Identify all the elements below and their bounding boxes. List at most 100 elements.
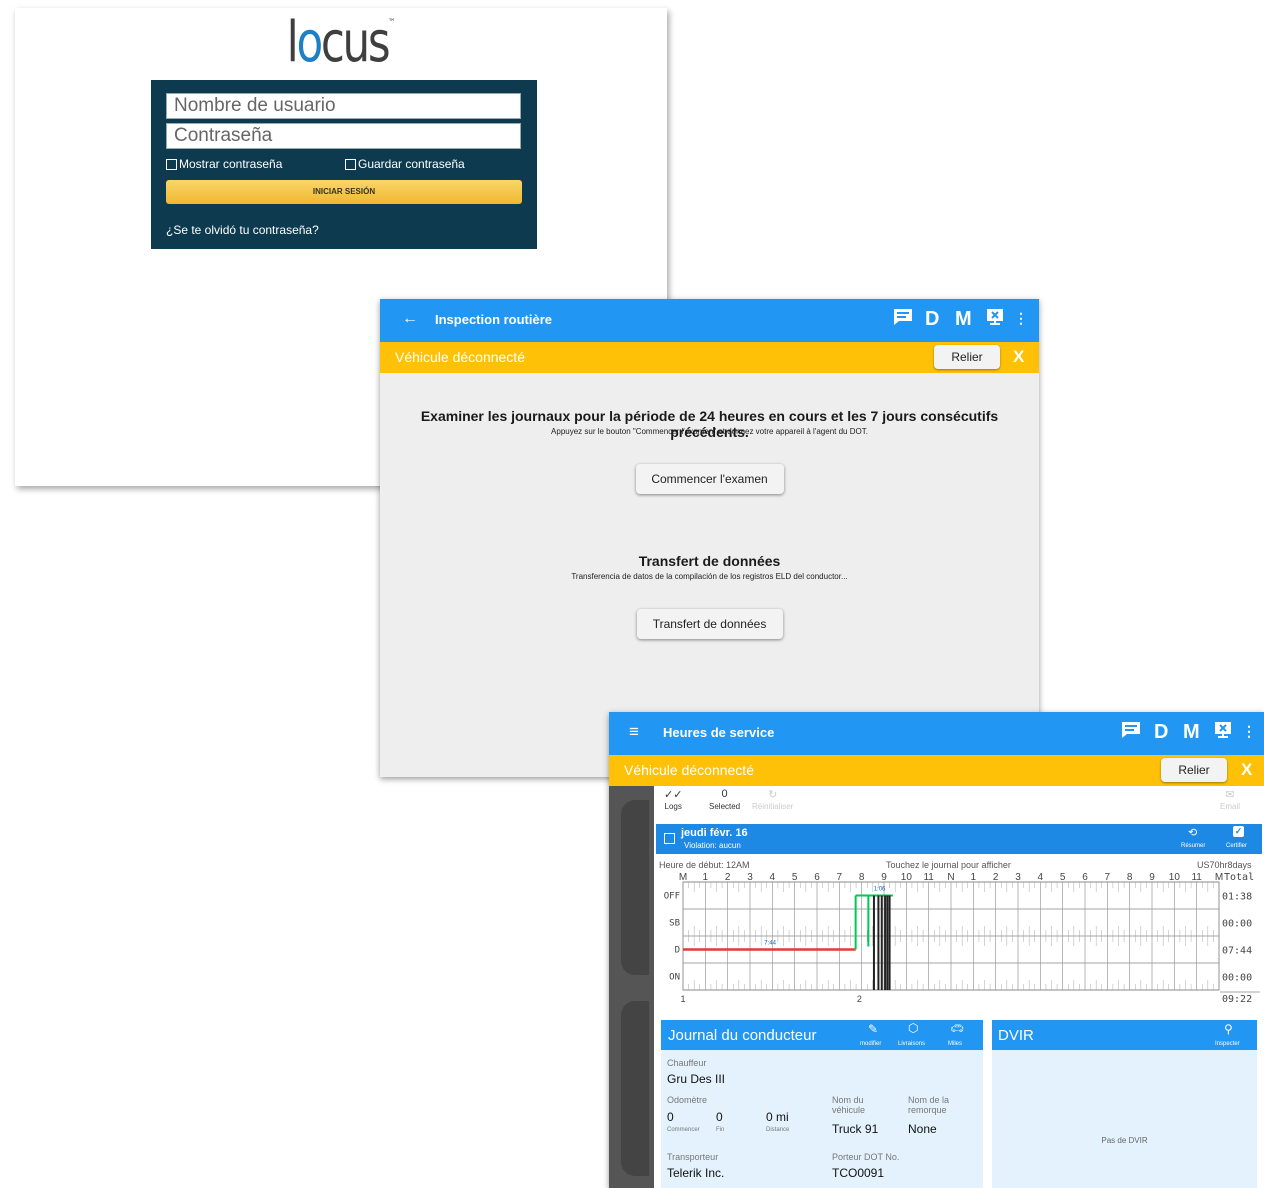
certify-icon: ✓	[1233, 826, 1244, 837]
app-bar: ← Inspection routière D M ⋮	[380, 299, 1039, 342]
odometer-start: 0	[667, 1110, 674, 1124]
dvir-card-header: DVIR ⚲ Inspecter	[992, 1020, 1257, 1050]
no-dvir-text: Pas de DVIR	[1101, 1136, 1148, 1145]
deliveries-button[interactable]: Livraisons	[898, 1041, 925, 1047]
driver-label: Chauffeur	[667, 1058, 707, 1068]
app-bar: ≡ Heures de service D M ⋮	[609, 712, 1264, 755]
hour-tick-label: 5	[792, 872, 798, 883]
transfer-heading: Transfert de données	[638, 553, 781, 569]
hour-tick-label: 7	[1105, 872, 1111, 883]
hour-tick-label: 3	[747, 872, 753, 883]
review-subtitle: Appuyez sur le bouton "Commencer l'exame…	[551, 427, 868, 436]
hours-of-service-screen: ≡ Heures de service D M ⋮ Véhicule décon…	[609, 712, 1264, 1188]
hour-tick-label: N	[947, 872, 954, 883]
hamburger-menu-icon[interactable]: ≡	[629, 722, 639, 742]
double-check-icon: ✓✓	[664, 789, 683, 801]
relier-button[interactable]: Relier	[1161, 758, 1227, 782]
log-graph[interactable]: M 1 2 3 4 5 6 7 8 9 10 11 N 1 2 3 4 5 6 7 8 9 10 11 M TotalOFF 01:…	[654, 872, 1264, 1014]
hour-tick-label: 11	[923, 872, 934, 883]
forgot-password-link[interactable]: ¿Se te olvidó tu contraseña?	[166, 223, 319, 237]
grand-total: 09:22	[1222, 994, 1252, 1005]
side-tab[interactable]	[621, 800, 649, 975]
hour-tick-label: 3	[1015, 872, 1021, 883]
driver-journal-card: Journal du conducteur ✎ modifier ⬡ Livra…	[661, 1020, 983, 1188]
checkbox-icon	[166, 158, 177, 170]
email-label: Email	[1220, 802, 1241, 811]
back-arrow-icon[interactable]: ←	[402, 310, 418, 328]
page-title: Heures de service	[663, 725, 775, 740]
odometer-distance: 0 mi	[766, 1110, 789, 1124]
driver-status-m[interactable]: M	[1183, 721, 1200, 744]
username-input[interactable]: Nombre de usuario	[166, 93, 521, 119]
dvir-card: DVIR ⚲ Inspecter Pas de DVIR	[992, 1020, 1257, 1188]
tap-hint: Touchez le journal pour afficher	[886, 860, 1011, 870]
selected-tab[interactable]: 0 Selected	[709, 788, 740, 811]
driver-status-d[interactable]: D	[925, 308, 939, 331]
save-password-checkbox[interactable]: Guardar contraseña	[345, 157, 465, 171]
driver-value: Gru Des III	[667, 1072, 726, 1086]
hour-tick-label: 10	[901, 872, 913, 883]
total-header: Total	[1224, 872, 1254, 883]
miles-button[interactable]: Miles	[948, 1041, 962, 1047]
odo-end-label: Fin	[716, 1127, 725, 1133]
resume-label[interactable]: Résumer	[1181, 843, 1205, 849]
day-checkbox[interactable]	[664, 833, 675, 844]
trailer-value: None	[908, 1122, 937, 1136]
pencil-icon: ✎	[868, 1022, 879, 1036]
hour-tick-label: M	[1215, 872, 1223, 883]
hour-tick-label: 4	[770, 872, 776, 883]
driver-status-m[interactable]: M	[955, 308, 972, 331]
selected-count: 0	[721, 788, 728, 800]
message-icon[interactable]	[893, 308, 913, 332]
locus-logo: locus™	[286, 10, 396, 75]
driving-duration-label: 7:44	[764, 941, 776, 947]
journal-card-header: Journal du conducteur ✎ modifier ⬡ Livra…	[661, 1020, 983, 1050]
hour-tick-label: 11	[1191, 872, 1202, 883]
password-input[interactable]: Contraseña	[166, 123, 521, 149]
day-violation: Violation: aucun	[684, 841, 741, 850]
day-header[interactable]: jeudi févr. 16 Violation: aucun ⟲ Résume…	[656, 824, 1262, 854]
car-icon: 🚗︎	[950, 1023, 964, 1035]
off-duty-duration-label: 1:06	[874, 887, 886, 893]
status-row-total: 01:38	[1222, 892, 1252, 903]
hour-tick-label: 9	[881, 872, 887, 883]
data-transfer-button[interactable]: Transfert de données	[636, 609, 783, 639]
message-icon[interactable]	[1121, 721, 1141, 745]
banner-text: Véhicule déconnecté	[624, 762, 754, 778]
hour-tick-label: 8	[859, 872, 865, 883]
status-row-label: SB	[669, 919, 680, 929]
email-tab[interactable]: ✉ Email	[1220, 788, 1240, 811]
odometer-end: 0	[716, 1110, 723, 1124]
hour-tick-label: 1	[703, 872, 709, 883]
side-tab[interactable]	[621, 1001, 649, 1176]
show-password-checkbox[interactable]: Mostrar contraseña	[166, 157, 282, 171]
modify-button[interactable]: modifier	[860, 1041, 881, 1047]
hour-tick-label: 10	[1169, 872, 1181, 883]
logs-tab[interactable]: ✓✓ Logs	[664, 788, 682, 811]
certify-label[interactable]: Certifier	[1226, 843, 1247, 849]
overflow-menu-icon[interactable]: ⋮	[1014, 310, 1028, 327]
overflow-menu-icon[interactable]: ⋮	[1242, 723, 1256, 740]
relier-button[interactable]: Relier	[934, 345, 1000, 369]
hour-tick-label: 2	[725, 872, 731, 883]
close-banner-icon[interactable]: X	[1241, 760, 1252, 780]
odo-start-label: Commencer	[667, 1127, 700, 1133]
selected-label: Selected	[709, 802, 741, 811]
start-review-button[interactable]: Commencer l'examen	[635, 464, 784, 494]
eld-device-icon[interactable]	[986, 308, 1004, 334]
driver-status-d[interactable]: D	[1154, 721, 1168, 744]
inspect-button[interactable]: Inspecter	[1215, 1041, 1240, 1047]
start-time: Heure de début: 12AM	[659, 860, 750, 870]
hour-tick-label: 8	[1127, 872, 1133, 883]
save-password-label: Guardar contraseña	[358, 157, 465, 171]
email-icon: ✉	[1225, 789, 1235, 801]
close-banner-icon[interactable]: X	[1013, 347, 1024, 367]
login-button[interactable]: INICIAR SESIÓN	[166, 180, 522, 204]
status-row-label: D	[675, 946, 680, 956]
reinit-tab[interactable]: ↻ Réinitialiser	[752, 788, 793, 811]
hour-tick-label: 4	[1038, 872, 1044, 883]
odo-distance-label: Distance	[766, 1127, 790, 1133]
vehicle-disconnected-banner: Véhicule déconnecté Relier X	[609, 755, 1264, 786]
page-title: Inspection routière	[435, 312, 553, 327]
eld-device-icon[interactable]	[1214, 721, 1232, 747]
